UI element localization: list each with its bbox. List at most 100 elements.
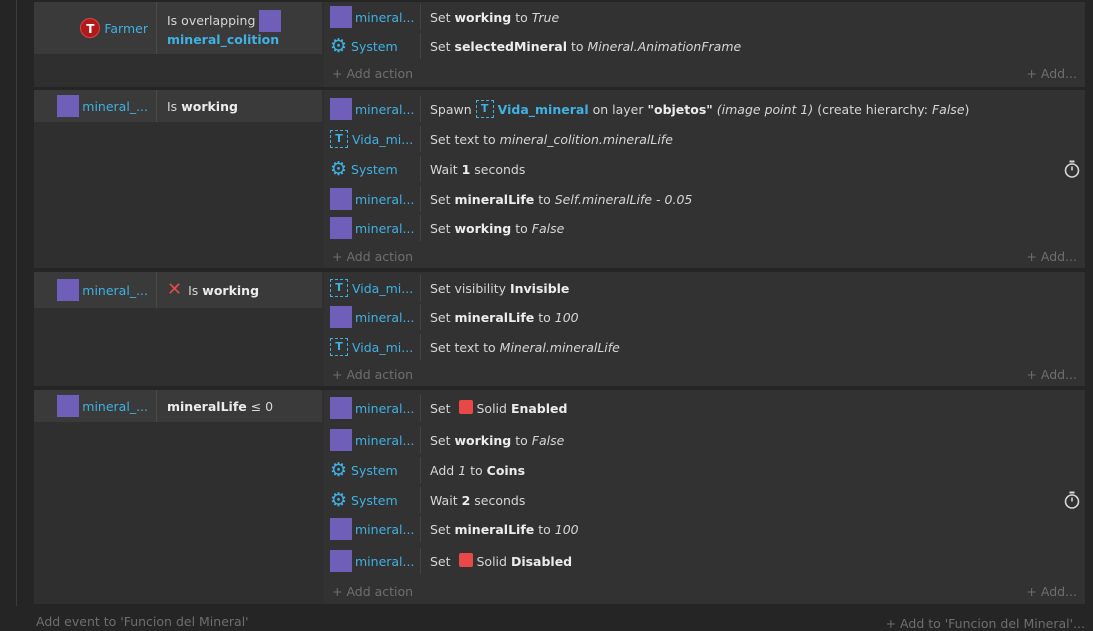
event-block-2[interactable]: mineral_... Is working mineral... Spawn … [34,90,1085,268]
action-param: working [454,432,512,448]
action-object[interactable]: mineral... [324,186,421,212]
action-object[interactable]: mineral... [324,304,421,330]
condition-text[interactable]: ✕ Is working [157,272,322,308]
action-row[interactable]: T Vida_mi... Set text to Mineral.mineralL… [324,334,1085,360]
conditions-area[interactable]: mineral_... Is working [34,90,322,268]
actions-area[interactable]: mineral... Set Solid Enabled mineral... … [324,390,1085,604]
action-param: Coins [486,462,526,478]
action-object[interactable]: T Vida_mi... [324,334,421,360]
action-object[interactable]: mineral... [324,516,421,542]
action-mid: to [511,432,532,448]
action-text[interactable]: Set visibility Invisible [421,281,569,296]
action-object-name: mineral... [355,521,415,537]
event-block-1[interactable]: T Farmer Is overlapping mineral_colition… [34,2,1085,87]
action-text[interactable]: Set mineralLife to 100 [421,310,579,325]
actions-area[interactable]: mineral... Spawn T Vida_mineral on layer … [324,90,1085,268]
add-action-button[interactable]: + Add action [332,367,413,382]
action-object[interactable]: ⚙ System [324,457,421,483]
action-object[interactable]: T Vida_mi... [324,126,421,152]
action-row[interactable]: mineral... Set mineralLife to 100 [324,304,1085,330]
action-text[interactable]: Set mineralLife to Self.mineralLife - 0.… [421,192,692,207]
action-row[interactable]: mineral... Set mineralLife to Self.miner… [324,186,1085,212]
condition-text[interactable]: mineralLife ≤ 0 [157,390,322,422]
action-text[interactable]: Wait 2 seconds [421,493,525,508]
action-object[interactable]: mineral... [324,548,421,574]
add-action-label: Add action [346,249,414,264]
mineral-object-icon [330,306,352,328]
action-row[interactable]: mineral... Set working to False [324,427,1085,453]
timer-icon[interactable] [1063,491,1081,509]
condition-text[interactable]: Is working [157,90,322,122]
action-text[interactable]: Spawn T Vida_mineral on layer "objetos" (… [421,100,969,118]
add-action-button[interactable]: + Add action [332,249,413,264]
condition-row[interactable]: mineral_... mineralLife ≤ 0 [34,390,322,422]
action-row[interactable]: ⚙ System Wait 1 seconds [324,156,1085,182]
action-object[interactable]: mineral... [324,395,421,421]
action-object[interactable]: ⚙ System [324,33,421,59]
action-row[interactable]: mineral... Spawn T Vida_mineral on layer … [324,96,1085,122]
condition-object-name: mineral_... [82,98,148,114]
action-row[interactable]: ⚙ System Add 1 to Coins [324,457,1085,483]
action-value: mineral_colition.mineralLife [499,131,673,147]
action-row[interactable]: T Vida_mi... Set text to mineral_colition… [324,126,1085,152]
action-row[interactable]: ⚙ System Wait 2 seconds [324,487,1085,513]
action-mid: on layer [588,101,648,117]
action-object[interactable]: mineral... [324,215,421,241]
action-text[interactable]: Add 1 to Coins [421,463,525,478]
actions-area[interactable]: T Vida_mi... Set visibility Invisible min… [324,272,1085,386]
action-object[interactable]: T Vida_mi... [324,275,421,301]
action-value: Mineral.AnimationFrame [587,38,742,54]
condition-row[interactable]: mineral_... Is working [34,90,322,122]
action-text[interactable]: Set Solid Disabled [421,553,572,569]
action-row[interactable]: ⚙ System Set selectedMineral to Mineral.A… [324,33,1085,59]
add-action-label: Add action [346,584,414,599]
action-text[interactable]: Set mineralLife to 100 [421,522,579,537]
conditions-area[interactable]: T Farmer Is overlapping mineral_colition [34,2,322,87]
action-text[interactable]: Set working to True [421,10,559,25]
condition-row[interactable]: mineral_... ✕ Is working [34,272,322,308]
action-row[interactable]: mineral... Set working to True [324,4,1085,30]
action-object[interactable]: mineral... [324,427,421,453]
add-more-label: Add... [1040,367,1077,382]
action-text[interactable]: Wait 1 seconds [421,162,525,177]
add-more-button[interactable]: + Add... [1026,367,1077,382]
action-text[interactable]: Set working to False [421,221,564,236]
add-more-button[interactable]: + Add... [1026,66,1077,81]
condition-object[interactable]: T Farmer [34,2,157,54]
condition-object[interactable]: mineral_... [34,272,157,308]
action-text[interactable]: Set working to False [421,433,564,448]
timer-icon[interactable] [1063,160,1081,178]
action-row[interactable]: mineral... Set Solid Disabled [324,548,1085,574]
conditions-area[interactable]: mineral_... ✕ Is working [34,272,322,386]
add-action-button[interactable]: + Add action [332,584,413,599]
action-row[interactable]: T Vida_mi... Set visibility Invisible [324,275,1085,301]
add-action-button[interactable]: + Add action [332,66,413,81]
condition-object[interactable]: mineral_... [34,390,157,422]
actions-area[interactable]: mineral... Set working to True ⚙ System S… [324,2,1085,87]
add-more-button[interactable]: + Add... [1026,249,1077,264]
add-event-link[interactable]: Add event to 'Funcion del Mineral' [36,614,249,629]
spawn-hierarchy: (create hierarchy: [813,101,932,117]
action-row[interactable]: mineral... Set mineralLife to 100 [324,516,1085,542]
action-value: 100 [554,309,579,325]
action-row[interactable]: mineral... Set working to False [324,215,1085,241]
conditions-area[interactable]: mineral_... mineralLife ≤ 0 [34,390,322,604]
event-block-4[interactable]: mineral_... mineralLife ≤ 0 mineral... S… [34,390,1085,604]
condition-row[interactable]: T Farmer Is overlapping mineral_colition [34,2,322,54]
action-object[interactable]: mineral... [324,4,421,30]
mineral-object-icon [330,6,352,28]
action-text[interactable]: Set Solid Enabled [421,400,567,416]
add-more-button[interactable]: + Add... [1026,584,1077,599]
action-object[interactable]: ⚙ System [324,487,421,513]
action-object[interactable]: ⚙ System [324,156,421,182]
event-block-3[interactable]: mineral_... ✕ Is working T Vida_mi... Set… [34,272,1085,386]
condition-object[interactable]: mineral_... [34,90,157,122]
action-row[interactable]: mineral... Set Solid Enabled [324,395,1085,421]
action-text[interactable]: Set text to Mineral.mineralLife [421,340,620,355]
action-text[interactable]: Set selectedMineral to Mineral.Animation… [421,39,741,54]
condition-text[interactable]: Is overlapping mineral_colition [157,2,322,54]
action-object[interactable]: mineral... [324,96,421,122]
action-mid: to [511,220,532,236]
action-mid: seconds [470,161,526,177]
action-text[interactable]: Set text to mineral_colition.mineralLife [421,132,673,147]
